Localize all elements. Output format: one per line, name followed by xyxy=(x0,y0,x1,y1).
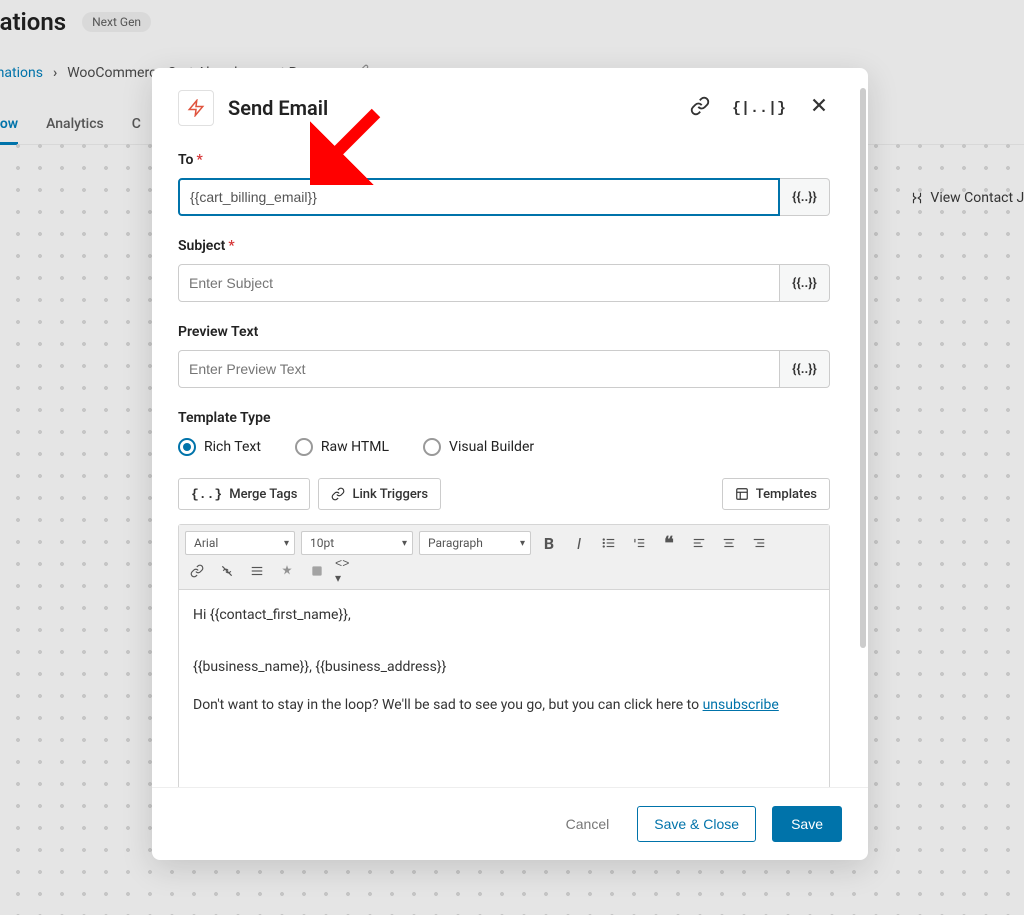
subject-input[interactable] xyxy=(178,264,780,302)
link-triggers-button[interactable]: Link Triggers xyxy=(318,478,441,510)
templates-button[interactable]: Templates xyxy=(722,478,830,510)
journey-link-label: View Contact Jou xyxy=(930,190,1024,206)
radio-rich-text[interactable]: Rich Text xyxy=(178,438,261,456)
view-contact-journey-button[interactable]: View Contact Jou xyxy=(910,190,1024,206)
to-merge-button[interactable]: {{..}} xyxy=(780,178,830,216)
lightning-icon xyxy=(178,90,214,126)
editor-toolbar: Arial 10pt Paragraph B I ❝ xyxy=(179,525,829,590)
preview-merge-button[interactable]: {{..}} xyxy=(780,350,830,388)
align-left-icon[interactable] xyxy=(687,531,711,555)
send-email-modal: Send Email {|..|} To* xyxy=(152,68,868,860)
preview-input[interactable] xyxy=(178,350,780,388)
size-select[interactable]: 10pt xyxy=(301,531,413,555)
bold-icon[interactable]: B xyxy=(537,531,561,555)
merge-tags-button[interactable]: {..} Merge Tags xyxy=(178,478,310,510)
number-list-icon[interactable] xyxy=(627,531,651,555)
special-icon[interactable] xyxy=(275,559,299,583)
subject-merge-button[interactable]: {{..}} xyxy=(780,264,830,302)
link-insert-icon[interactable] xyxy=(185,559,209,583)
cancel-button[interactable]: Cancel xyxy=(554,808,622,840)
preview-label: Preview Text xyxy=(178,324,830,340)
save-close-button[interactable]: Save & Close xyxy=(637,806,756,842)
scrollbar[interactable] xyxy=(860,88,866,648)
code-icon[interactable]: <> ▾ xyxy=(335,559,359,583)
breadcrumb-root[interactable]: utomations xyxy=(0,65,43,81)
align-center-icon[interactable] xyxy=(717,531,741,555)
radio-visual-builder[interactable]: Visual Builder xyxy=(423,438,534,456)
tab-analytics[interactable]: Analytics xyxy=(46,116,104,132)
badge-nextgen: Next Gen xyxy=(82,12,151,32)
font-select[interactable]: Arial xyxy=(185,531,295,555)
unsubscribe-link[interactable]: unsubscribe xyxy=(703,697,779,713)
modal-title: Send Email xyxy=(228,96,676,120)
bullet-list-icon[interactable] xyxy=(597,531,621,555)
to-label: To* xyxy=(178,152,830,168)
align-right-icon[interactable] xyxy=(747,531,771,555)
unlink-icon[interactable] xyxy=(215,559,239,583)
close-icon[interactable] xyxy=(808,94,830,122)
radio-raw-html[interactable]: Raw HTML xyxy=(295,438,389,456)
hr-icon[interactable] xyxy=(245,559,269,583)
block-icon[interactable] xyxy=(305,559,329,583)
save-button[interactable]: Save xyxy=(772,806,842,842)
merge-tags-icon[interactable]: {|..|} xyxy=(732,100,786,117)
page-title: utomations xyxy=(0,8,66,36)
subject-label: Subject* xyxy=(178,238,830,254)
to-input[interactable] xyxy=(178,178,780,216)
chevron-right-icon: › xyxy=(53,65,57,81)
quote-icon[interactable]: ❝ xyxy=(657,531,681,555)
italic-icon[interactable]: I xyxy=(567,531,591,555)
tab-other[interactable]: C xyxy=(132,116,141,132)
paragraph-select[interactable]: Paragraph xyxy=(419,531,531,555)
template-type-label: Template Type xyxy=(178,410,830,426)
editor-body[interactable]: Hi {{contact_first_name}}, {{business_na… xyxy=(179,590,829,787)
link-icon[interactable] xyxy=(690,96,710,120)
